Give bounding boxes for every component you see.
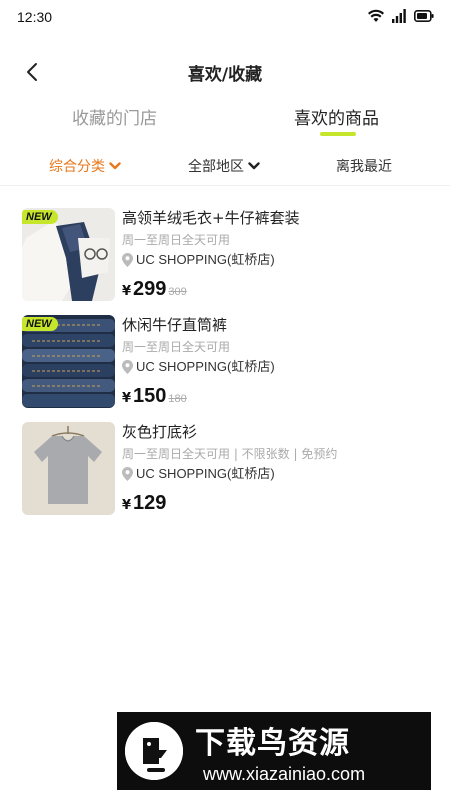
tab-liked-products[interactable]: 喜欢的商品 (294, 104, 379, 129)
product-image (22, 422, 115, 515)
product-item[interactable]: NEW 高领羊绒毛衣+牛仔裤套装 周一至周日全天可用 UC SHOPPING(虹… (22, 208, 432, 304)
location-pin-icon (122, 360, 133, 374)
product-store: UC SHOPPING(虹桥店) (122, 466, 432, 482)
original-price: 180 (168, 393, 187, 405)
watermark-title: 下载鸟资源 (195, 726, 350, 761)
watermark-url: www.xiazainiao.com (203, 764, 366, 784)
product-price: 299 (133, 278, 167, 300)
new-badge: NEW (22, 210, 58, 224)
status-time: 12:30 (17, 9, 53, 25)
new-badge: NEW (22, 317, 58, 331)
store-name: UC SHOPPING(虹桥店) (136, 359, 275, 374)
status-icons (368, 9, 434, 23)
store-name: UC SHOPPING(虹桥店) (136, 466, 275, 481)
filter-region-label: 全部地区 (188, 159, 244, 175)
page-title: 喜欢/收藏 (187, 65, 263, 85)
tab-bar: 收藏的门店 喜欢的商品 (0, 104, 450, 140)
store-name: UC SHOPPING(虹桥店) (136, 252, 275, 267)
product-price-row: ¥ 299 309 (122, 278, 432, 301)
product-item[interactable]: 灰色打底衫 周一至周日全天可用 | 不限张数 | 免预约 UC SHOPPING… (22, 422, 432, 518)
product-name: 高领羊绒毛衣+牛仔裤套装 (122, 209, 300, 227)
nav-bar: 喜欢/收藏 (0, 50, 450, 94)
filter-nearest[interactable]: 离我最近 (336, 156, 392, 176)
battery-icon (414, 10, 434, 22)
product-price-row: ¥ 129 (122, 492, 432, 515)
product-name: 休闲牛仔直筒裤 (122, 316, 228, 334)
wifi-icon (368, 9, 384, 22)
filter-region[interactable]: 全部地区 (188, 156, 260, 176)
product-image: NEW (22, 208, 115, 301)
product-price-row: ¥ 150 180 (122, 385, 432, 408)
active-tab-indicator (320, 132, 356, 136)
currency-symbol: ¥ (122, 498, 132, 513)
status-bar: 12:30 (0, 0, 450, 34)
currency-symbol: ¥ (122, 391, 132, 406)
location-pin-icon (122, 467, 133, 481)
filter-nearest-label: 离我最近 (336, 159, 392, 175)
chevron-down-icon (248, 162, 260, 170)
product-store: UC SHOPPING(虹桥店) (122, 252, 432, 268)
location-pin-icon (122, 253, 133, 267)
product-item[interactable]: NEW 休闲牛仔直筒裤 周一至周日全天可用 UC SHOPPING(虹桥店) ¥… (22, 315, 432, 411)
original-price: 309 (168, 286, 187, 298)
currency-symbol: ¥ (122, 284, 132, 299)
tab-favorite-stores[interactable]: 收藏的门店 (72, 104, 157, 129)
product-availability: 周一至周日全天可用 (122, 233, 231, 247)
watermark-banner: 下载鸟资源 www.xiazainiao.com (117, 712, 431, 790)
product-availability: 周一至周日全天可用 (122, 340, 231, 354)
product-availability: 周一至周日全天可用 | 不限张数 | 免预约 (122, 447, 338, 461)
filter-bar: 综合分类 全部地区 离我最近 (0, 152, 450, 186)
filter-category[interactable]: 综合分类 (49, 156, 121, 176)
product-store: UC SHOPPING(虹桥店) (122, 359, 432, 375)
product-image: NEW (22, 315, 115, 408)
chevron-down-icon (109, 162, 121, 170)
filter-category-label: 综合分类 (49, 159, 105, 175)
product-price: 129 (133, 492, 167, 514)
product-name: 灰色打底衫 (122, 423, 198, 441)
signal-icon (392, 9, 406, 23)
bird-logo-icon (125, 722, 183, 780)
product-price: 150 (133, 385, 167, 407)
